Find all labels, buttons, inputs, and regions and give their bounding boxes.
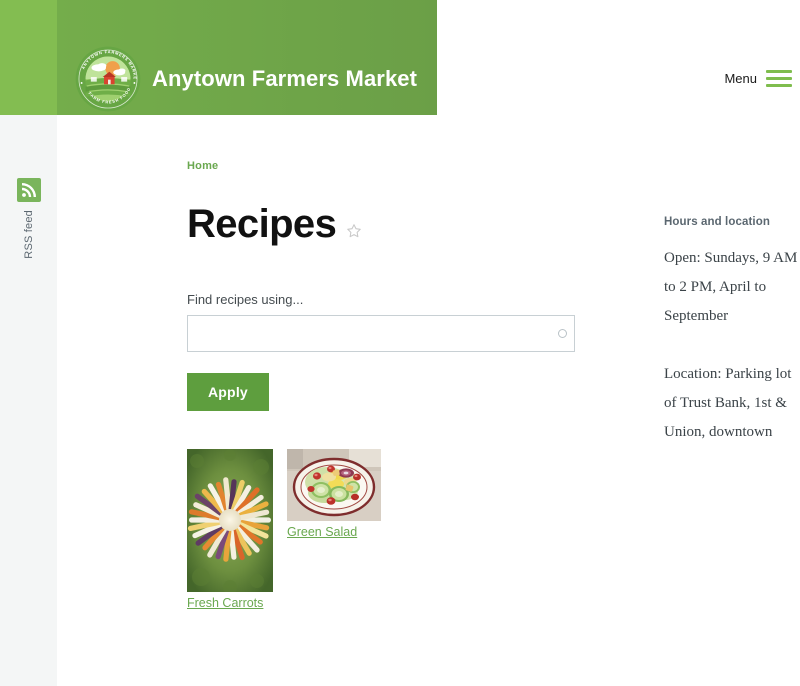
star-outline-icon[interactable] [346,223,362,239]
filter-label: Find recipes using... [187,292,304,307]
breadcrumb-item-home[interactable]: Home [187,160,218,172]
rss-feed-block[interactable]: RSS feed [17,178,41,264]
page-title: Recipes [187,202,337,246]
left-rail: RSS feed [0,115,57,686]
site-header: ANYTOWN FARMERS MARKET FARM FRESH FOOD A… [0,0,437,115]
recipe-grid: Fresh Carrots Green Salad [187,449,587,612]
recipe-thumbnail-carrots[interactable] [187,449,273,592]
recipe-card[interactable]: Fresh Carrots [187,449,273,612]
recipe-link[interactable]: Fresh Carrots [187,596,263,610]
filter-input-wrap [187,315,575,352]
page-title-row: Recipes [187,204,587,244]
rss-feed-icon[interactable] [17,178,41,202]
rss-feed-label: RSS feed [23,210,35,259]
recipe-thumbnail-salad[interactable] [287,449,381,521]
hamburger-icon[interactable] [766,70,792,87]
breadcrumb[interactable]: Home [187,160,587,172]
recipe-link[interactable]: Green Salad [287,525,357,539]
sidebar-paragraph-hours: Open: Sundays, 9 AM to 2 PM, April to Se… [664,250,798,324]
sidebar-body: Open: Sundays, 9 AM to 2 PM, April to Se… [664,244,800,447]
farm-badge-logo: ANYTOWN FARMERS MARKET FARM FRESH FOOD [75,46,141,112]
hours-and-location-sidebar: Hours and location Open: Sundays, 9 AM t… [664,216,800,476]
autocomplete-throbber-icon [558,329,567,338]
sidebar-heading: Hours and location [664,216,770,228]
site-brand[interactable]: ANYTOWN FARMERS MARKET FARM FRESH FOOD A… [75,46,417,112]
header-accent-strip [0,0,57,115]
main-content: Home Recipes Find recipes using... Apply [187,160,587,612]
sidebar-paragraph-location: Location: Parking lot of Trust Bank, 1st… [664,366,792,440]
search-input[interactable] [187,315,575,352]
brand-title: Anytown Farmers Market [152,66,418,91]
page-root: RSS feed ANYTOWN FARMERS MARKE FARM FRES… [0,0,800,686]
apply-button[interactable]: Apply [187,373,269,411]
recipe-card[interactable]: Green Salad [287,449,381,541]
menu-label: Menu [724,71,757,86]
menu-toggle[interactable]: Menu [724,70,792,87]
